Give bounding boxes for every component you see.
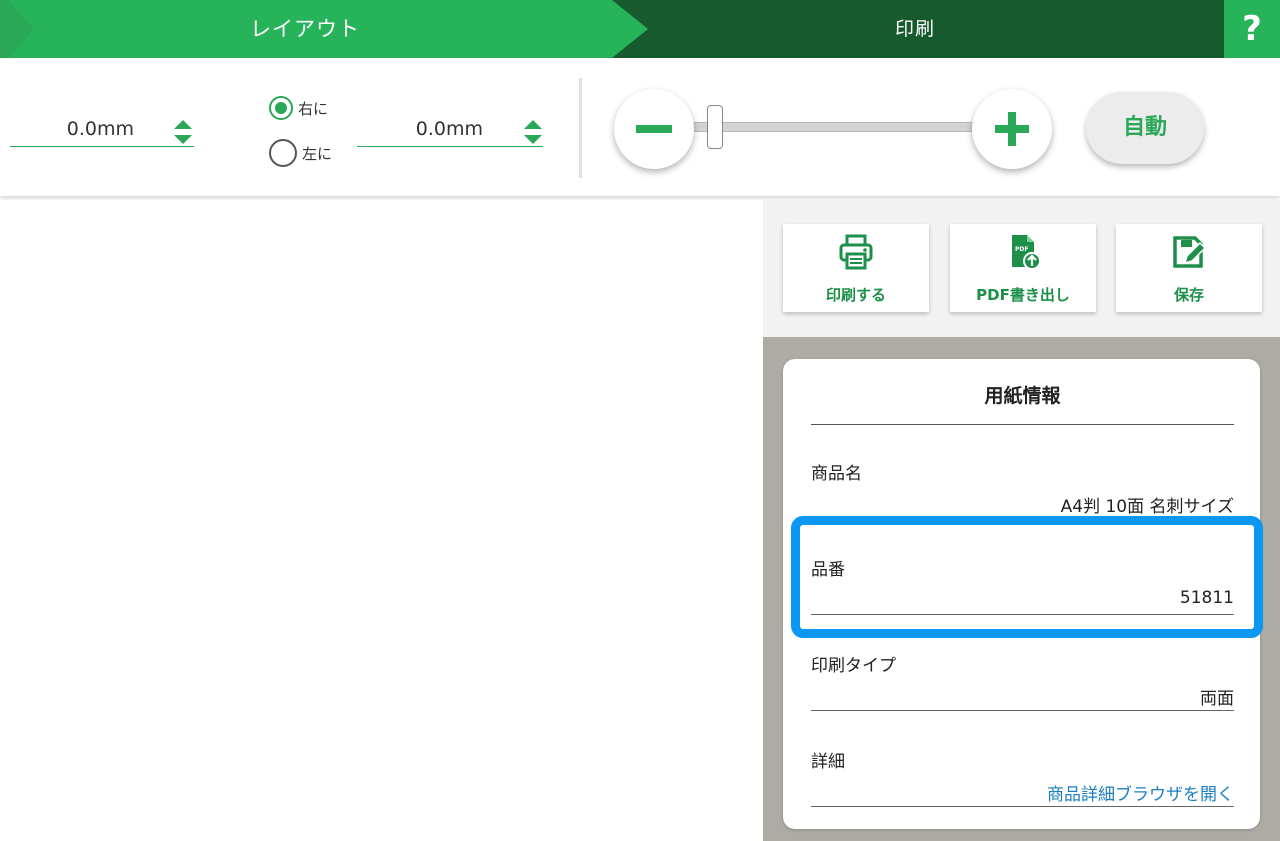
print-button[interactable]: 印刷する <box>783 224 929 312</box>
step-layout-label[interactable]: レイアウト <box>160 0 450 58</box>
step-navigation: レイアウト 印刷 ? <box>0 0 1280 58</box>
save-icon <box>1173 236 1207 268</box>
minus-icon <box>636 125 672 133</box>
info-row-product-name: 商品名 A4判 10面 名刺サイズ <box>811 454 1234 546</box>
open-product-details-link[interactable]: 商品詳細ブラウザを開く <box>1047 780 1234 805</box>
offset-stepper-2[interactable] <box>524 116 544 146</box>
step-print-label[interactable]: 印刷 <box>760 0 1070 58</box>
printer-icon <box>839 234 873 270</box>
zoom-out-button[interactable] <box>614 89 694 169</box>
offset-stepper-1[interactable] <box>174 116 194 146</box>
zoom-slider-track[interactable] <box>690 122 980 132</box>
save-button[interactable]: 保存 <box>1116 224 1262 312</box>
pdf-export-label: PDF書き出し <box>976 286 1070 304</box>
product-name-label: 商品名 <box>811 464 862 484</box>
save-button-label: 保存 <box>1173 286 1204 304</box>
layout-toolbar: 0.0mm 右に 左に 0.0mm 自動 <box>0 58 1280 196</box>
spin-up-icon[interactable] <box>174 120 192 129</box>
zoom-in-button[interactable] <box>972 89 1052 169</box>
print-type-value: 両面 <box>1200 689 1234 709</box>
title-divider <box>811 424 1234 425</box>
paper-info-title: 用紙情報 <box>984 385 1061 407</box>
help-button[interactable]: ? <box>1224 0 1280 58</box>
paper-info-card: 用紙情報 商品名 A4判 10面 名刺サイズ 品番 51811 印刷タイプ 両面… <box>783 359 1260 829</box>
offset-value-2: 0.0mm <box>415 118 483 140</box>
radio-right[interactable]: 右に <box>269 96 328 120</box>
spin-down-icon[interactable] <box>524 135 542 144</box>
product-number-value: 51811 <box>1179 588 1234 608</box>
print-button-label: 印刷する <box>825 286 886 304</box>
toolbar-divider <box>579 78 582 178</box>
product-number-label: 品番 <box>811 560 845 580</box>
zoom-slider-thumb[interactable] <box>707 105 724 149</box>
offset-value-1: 0.0mm <box>66 118 134 140</box>
info-row-details: 詳細 商品詳細ブラウザを開く <box>811 742 1234 834</box>
spin-down-icon[interactable] <box>174 135 192 144</box>
print-type-label: 印刷タイプ <box>811 656 896 676</box>
svg-text:PDF: PDF <box>1015 246 1028 253</box>
pdf-export-icon: PDF <box>1012 235 1041 270</box>
spin-up-icon[interactable] <box>524 120 542 129</box>
pdf-export-button[interactable]: PDF PDF書き出し <box>950 224 1096 312</box>
radio-right-label: 右に <box>298 99 329 118</box>
product-name-value: A4判 10面 名刺サイズ <box>1060 497 1234 517</box>
details-label: 詳細 <box>811 752 845 772</box>
radio-left-indicator[interactable] <box>269 139 297 167</box>
radio-left[interactable]: 左に <box>269 139 332 167</box>
right-panel: 印刷する PDF PDF書き出し 保存 用紙情報 商品名 A4判 10面 名刺サ… <box>763 200 1280 841</box>
layout-canvas[interactable] <box>0 200 763 841</box>
action-bar: 印刷する PDF PDF書き出し 保存 <box>763 200 1280 337</box>
offset-input-2[interactable]: 0.0mm <box>357 116 543 147</box>
info-row-print-type: 印刷タイプ 両面 <box>811 646 1234 738</box>
info-row-product-number: 品番 51811 <box>811 550 1234 642</box>
radio-left-label: 左に <box>302 144 333 163</box>
auto-zoom-button[interactable]: 自動 <box>1086 92 1204 164</box>
radio-right-indicator[interactable] <box>269 96 293 120</box>
offset-input-1[interactable]: 0.0mm <box>10 116 194 147</box>
